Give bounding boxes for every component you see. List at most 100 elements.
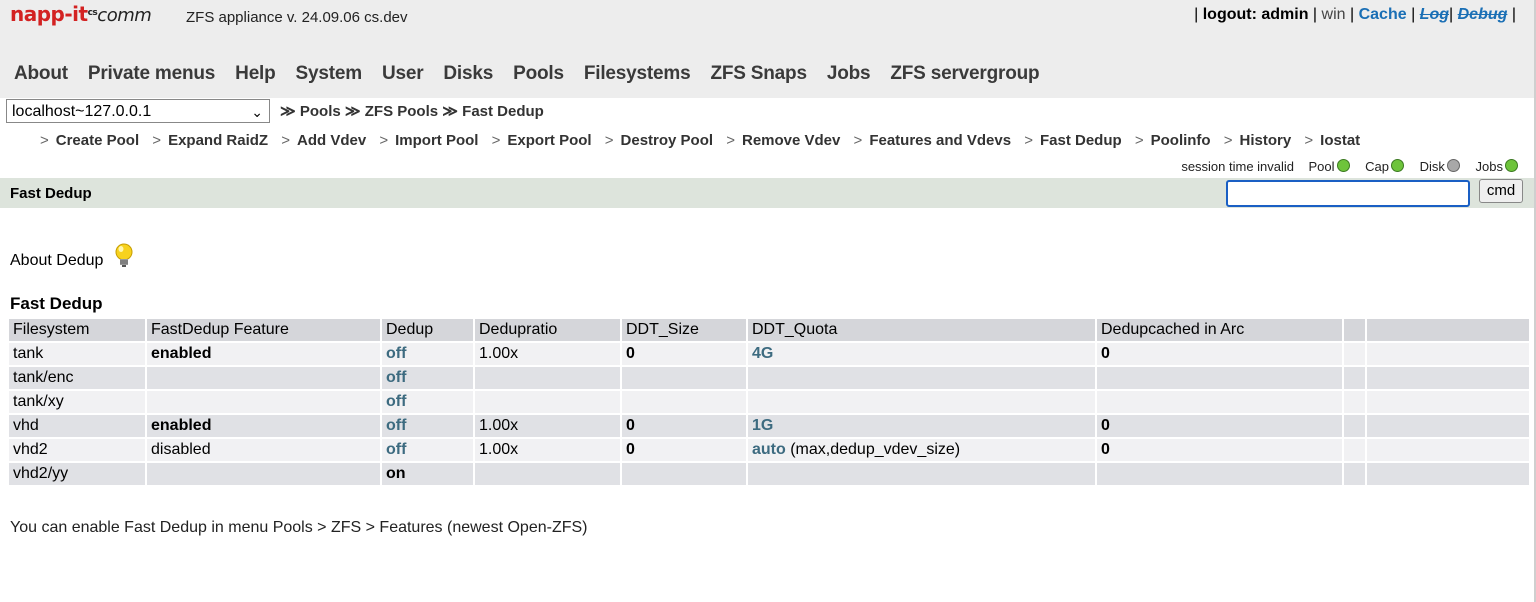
submenu-create-pool[interactable]: Create Pool [56, 132, 139, 149]
table-row: tank/xy off [9, 391, 1529, 413]
menu-system[interactable]: System [296, 63, 363, 84]
pool-status-icon [1336, 159, 1350, 172]
header-dedupcached: Dedupcached in Arc [1097, 319, 1342, 341]
cell-ddt-quota [748, 463, 1095, 485]
status-jobs-label[interactable]: Jobs [1476, 159, 1503, 174]
breadcrumb-zfs-pools[interactable]: ZFS Pools [365, 103, 438, 120]
disk-status-icon [1446, 159, 1460, 172]
cell-dedup-link[interactable]: off [382, 439, 473, 461]
menu-about[interactable]: About [14, 63, 68, 84]
cell-dedup-link[interactable]: off [382, 415, 473, 437]
cell-ddt-size [622, 463, 746, 485]
submenu-destroy-pool[interactable]: Destroy Pool [621, 132, 714, 149]
cell-filesystem: vhd2/yy [9, 463, 145, 485]
breadcrumb: ≫ Pools ≫ ZFS Pools ≫ Fast Dedup [280, 103, 544, 120]
menu-pools[interactable]: Pools [513, 63, 564, 84]
debug-link[interactable]: Debug [1458, 6, 1508, 23]
napp-it-logo[interactable]: napp-itcscomm [10, 2, 152, 32]
host-row: localhost~127.0.0.1 ⌄ ≫ Pools ≫ ZFS Pool… [0, 98, 1536, 128]
submenu-history[interactable]: History [1240, 132, 1292, 149]
cell-dedupratio: 1.00x [475, 343, 620, 365]
logout-link[interactable]: logout: admin [1203, 6, 1309, 23]
cell-filesystem: tank/xy [9, 391, 145, 413]
cell-feature [147, 463, 380, 485]
cell-dedup-link[interactable]: off [382, 391, 473, 413]
menu-filesystems[interactable]: Filesystems [584, 63, 691, 84]
host-select[interactable]: localhost~127.0.0.1 ⌄ [6, 99, 270, 123]
cell-feature [147, 391, 380, 413]
sub-menu: > Create Pool > Expand RaidZ > Add Vdev > Im… [40, 132, 1361, 149]
cell-dedupcached [1097, 367, 1342, 389]
cell-filesystem: tank/enc [9, 367, 145, 389]
submenu-features-and-vdevs[interactable]: Features and Vdevs [869, 132, 1011, 149]
header-extra-1 [1344, 319, 1365, 341]
cell-feature: disabled [147, 439, 380, 461]
cell-ddt-quota [748, 391, 1095, 413]
cell-dedupratio: 1.00x [475, 439, 620, 461]
cache-link[interactable]: Cache [1359, 6, 1407, 23]
header-dedup: Dedup [382, 319, 473, 341]
breadcrumb-fast-dedup[interactable]: Fast Dedup [462, 103, 544, 120]
submenu-fast-dedup[interactable]: Fast Dedup [1040, 132, 1122, 149]
table-row: tank enabled off 1.00x 0 4G 0 [9, 343, 1529, 365]
cell-filesystem: vhd2 [9, 439, 145, 461]
cell-ddt-quota [748, 367, 1095, 389]
submenu-iostat[interactable]: Iostat [1320, 132, 1360, 149]
status-bar: session time invalid Pool Cap Disk Jobs [1181, 159, 1518, 174]
header-filesystem: Filesystem [9, 319, 145, 341]
cap-status-icon [1391, 159, 1404, 172]
menu-private-menus[interactable]: Private menus [88, 63, 215, 84]
submenu-import-pool[interactable]: Import Pool [395, 132, 478, 149]
user-links: | logout: admin | win | Cache | Log| Deb… [1194, 6, 1516, 23]
cell-ddt-size: 0 [622, 439, 746, 461]
cmd-input[interactable] [1226, 180, 1470, 207]
session-status: session time invalid [1181, 159, 1295, 174]
about-dedup-label: About Dedup [10, 252, 104, 269]
ddt-quota-link[interactable]: 1G [752, 417, 773, 434]
cell-dedupcached [1097, 391, 1342, 413]
menu-help[interactable]: Help [235, 63, 276, 84]
cell-ddt-size: 0 [622, 343, 746, 365]
cell-dedupcached: 0 [1097, 415, 1342, 437]
menu-user[interactable]: User [382, 63, 424, 84]
cell-ddt-size: 0 [622, 415, 746, 437]
ddt-quota-note: (max,dedup_vdev_size) [785, 441, 961, 458]
cell-ddt-quota: 4G [748, 343, 1095, 365]
submenu-poolinfo[interactable]: Poolinfo [1151, 132, 1211, 149]
cell-feature: enabled [147, 415, 380, 437]
win-link[interactable]: win [1322, 6, 1346, 23]
cell-filesystem: tank [9, 343, 145, 365]
breadcrumb-pools[interactable]: Pools [300, 103, 341, 120]
top-bar: napp-itcscomm ZFS appliance v. 24.09.06 … [0, 0, 1536, 99]
cell-dedup-link[interactable]: off [382, 343, 473, 365]
cell-dedupratio [475, 367, 620, 389]
ddt-quota-link[interactable]: auto [752, 441, 786, 458]
footer-note: You can enable Fast Dedup in menu Pools … [10, 519, 588, 536]
table-row: vhd enabled off 1.00x 0 1G 0 [9, 415, 1529, 437]
table-row: vhd2/yy on [9, 463, 1529, 485]
cell-ddt-quota: auto (max,dedup_vdev_size) [748, 439, 1095, 461]
menu-disks[interactable]: Disks [443, 63, 493, 84]
status-cap-label[interactable]: Cap [1365, 159, 1389, 174]
status-disk-label[interactable]: Disk [1420, 159, 1445, 174]
cell-ddt-quota: 1G [748, 415, 1095, 437]
lightbulb-icon[interactable] [112, 242, 136, 272]
cell-dedup-link[interactable]: off [382, 367, 473, 389]
menu-zfs-servergroup[interactable]: ZFS servergroup [890, 63, 1039, 84]
submenu-expand-raidz[interactable]: Expand RaidZ [168, 132, 268, 149]
chevron-down-icon: ⌄ [251, 104, 263, 120]
page-title: Fast Dedup [10, 185, 92, 202]
menu-jobs[interactable]: Jobs [827, 63, 871, 84]
table-row: tank/enc off [9, 367, 1529, 389]
cmd-button[interactable]: cmd [1479, 179, 1523, 203]
menu-zfs-snaps[interactable]: ZFS Snaps [710, 63, 807, 84]
ddt-quota-link[interactable]: 4G [752, 345, 773, 362]
cell-dedupratio [475, 391, 620, 413]
submenu-add-vdev[interactable]: Add Vdev [297, 132, 366, 149]
submenu-export-pool[interactable]: Export Pool [507, 132, 591, 149]
status-pool-label[interactable]: Pool [1308, 159, 1334, 174]
cell-dedup-link[interactable]: on [382, 463, 473, 485]
submenu-remove-vdev[interactable]: Remove Vdev [742, 132, 840, 149]
log-link[interactable]: Log [1420, 6, 1449, 23]
host-select-value: localhost~127.0.0.1 [12, 103, 152, 120]
